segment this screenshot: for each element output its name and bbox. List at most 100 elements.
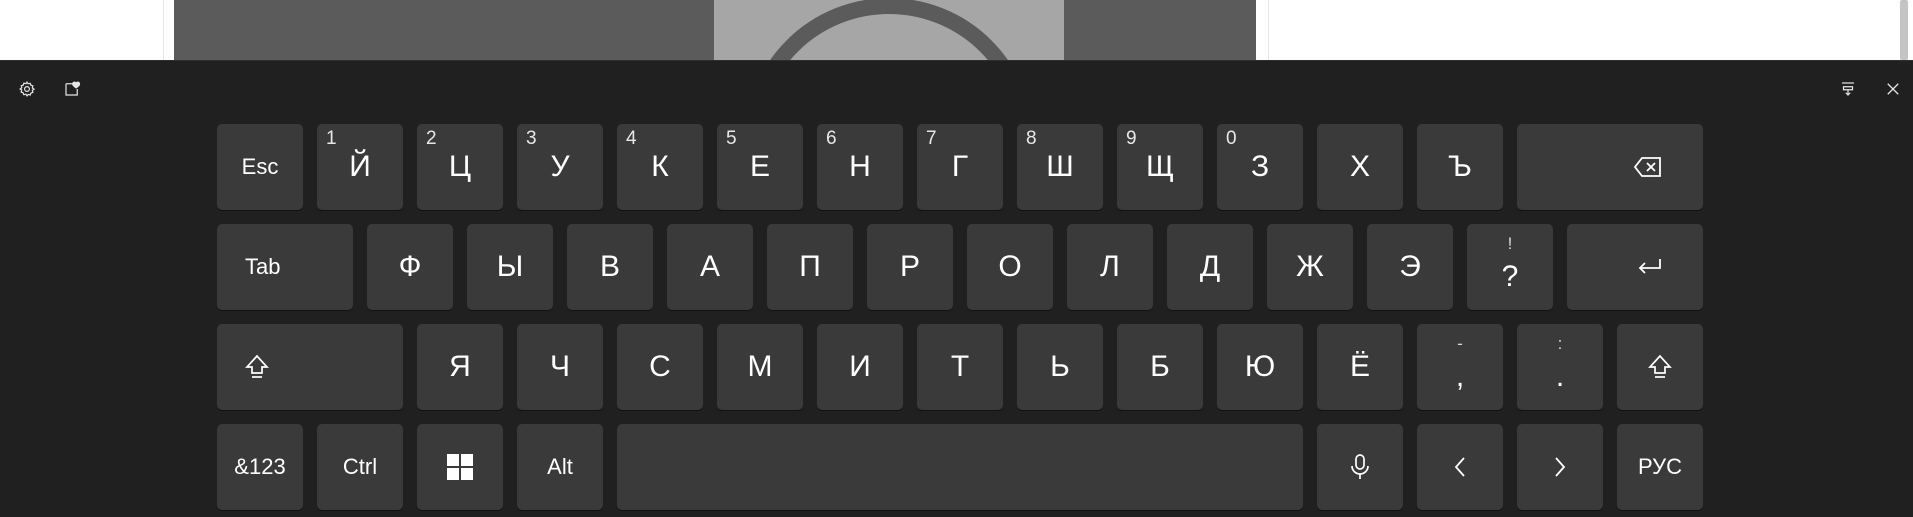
- key-letter[interactable]: Ъ: [1417, 124, 1503, 210]
- key-letter-label: К: [651, 150, 669, 183]
- key-shift-symbol: :: [1557, 334, 1563, 353]
- esc-key-label: Esc: [241, 154, 279, 179]
- key-letter[interactable]: 6 Н: [817, 124, 903, 210]
- key-letter[interactable]: 5 Е: [717, 124, 803, 210]
- key-letter[interactable]: И: [817, 324, 903, 410]
- background-app-window: [0, 0, 1913, 60]
- key-letter[interactable]: 3 У: [517, 124, 603, 210]
- key-letter[interactable]: 7 Г: [917, 124, 1003, 210]
- key-letter[interactable]: Ь: [1017, 324, 1103, 410]
- key-letter[interactable]: 9 Щ: [1117, 124, 1203, 210]
- ctrl-key[interactable]: Ctrl: [317, 424, 403, 510]
- key-letter[interactable]: М: [717, 324, 803, 410]
- key-letter[interactable]: 8 Ш: [1017, 124, 1103, 210]
- key-letter-label: Р: [899, 250, 920, 283]
- key-number-hint: 0: [1226, 128, 1237, 149]
- key-letter[interactable]: Ж: [1267, 224, 1353, 310]
- close-icon[interactable]: [1879, 75, 1907, 103]
- key-letter[interactable]: Т: [917, 324, 1003, 410]
- key-letter[interactable]: В: [567, 224, 653, 310]
- shift-icon: [245, 354, 269, 380]
- key-shift-symbol: !: [1507, 234, 1513, 253]
- key-letter[interactable]: Р: [867, 224, 953, 310]
- key-letter[interactable]: Я: [417, 324, 503, 410]
- key-letter[interactable]: Х: [1317, 124, 1403, 210]
- key-letter-label: А: [699, 250, 720, 283]
- vertical-scrollbar[interactable]: [1900, 0, 1908, 60]
- microphone-icon: [1349, 453, 1371, 481]
- key-letter-label: Е: [749, 150, 770, 183]
- arrow-left-key[interactable]: [1417, 424, 1503, 510]
- image-ring: [744, 0, 1034, 60]
- key-letter-label: Ь: [1050, 350, 1070, 383]
- tab-key-label: Tab: [245, 254, 281, 279]
- keyboard-dock-icon[interactable]: [1834, 75, 1862, 103]
- ctrl-key-label: Ctrl: [342, 454, 378, 479]
- key-letter[interactable]: Ф: [367, 224, 453, 310]
- key-letter[interactable]: А: [667, 224, 753, 310]
- backspace-key[interactable]: [1517, 124, 1703, 210]
- image-placeholder: [714, 0, 1064, 60]
- emoji-panel-icon[interactable]: [58, 75, 86, 103]
- enter-key[interactable]: [1567, 224, 1703, 310]
- key-letter[interactable]: 0 З: [1217, 124, 1303, 210]
- key-symbol-label: .: [1555, 360, 1565, 393]
- key-letter-label: Ы: [496, 250, 524, 283]
- chevron-left-icon: [1453, 456, 1467, 478]
- key-letter-label: Ж: [1296, 250, 1324, 283]
- key-letter[interactable]: О: [967, 224, 1053, 310]
- period-key[interactable]: : .: [1517, 324, 1603, 410]
- key-letter[interactable]: 2 Ц: [417, 124, 503, 210]
- key-letter-label: Д: [1199, 250, 1221, 283]
- document-image: [174, 0, 1256, 60]
- key-letter-label: Ш: [1046, 150, 1074, 183]
- key-number-hint: 6: [826, 128, 837, 149]
- key-letter-label: Т: [950, 350, 970, 383]
- key-number-hint: 5: [726, 128, 737, 149]
- key-letter-label: Н: [849, 150, 871, 183]
- key-letter[interactable]: Б: [1117, 324, 1203, 410]
- comma-key[interactable]: - ,: [1417, 324, 1503, 410]
- arrow-right-key[interactable]: [1517, 424, 1603, 510]
- shift-key-left[interactable]: [217, 324, 403, 410]
- key-letter[interactable]: Д: [1167, 224, 1253, 310]
- key-letter[interactable]: Ы: [467, 224, 553, 310]
- key-symbol-label: ?: [1501, 260, 1519, 293]
- key-letter[interactable]: С: [617, 324, 703, 410]
- key-letter[interactable]: Э: [1367, 224, 1453, 310]
- key-letter[interactable]: Л: [1067, 224, 1153, 310]
- question-mark-key[interactable]: ! ?: [1467, 224, 1553, 310]
- key-letter[interactable]: Ч: [517, 324, 603, 410]
- key-number-hint: 4: [626, 128, 637, 149]
- key-letter-label: Ф: [398, 250, 422, 283]
- language-key[interactable]: РУС: [1617, 424, 1703, 510]
- key-letter-label: Л: [1100, 250, 1120, 283]
- key-letter-label: Э: [1399, 250, 1421, 283]
- key-letter[interactable]: Ю: [1217, 324, 1303, 410]
- shift-key-right[interactable]: [1617, 324, 1703, 410]
- gear-icon[interactable]: [13, 75, 41, 103]
- alt-key[interactable]: Alt: [517, 424, 603, 510]
- document-edge-left: [163, 0, 164, 60]
- shift-icon: [1648, 354, 1672, 380]
- key-letter-label: Ъ: [1448, 150, 1472, 183]
- key-letter[interactable]: П: [767, 224, 853, 310]
- symbols-key-label: &123: [234, 454, 286, 479]
- key-number-hint: 9: [1126, 128, 1137, 149]
- key-number-hint: 8: [1026, 128, 1037, 149]
- space-bar[interactable]: [617, 424, 1303, 510]
- esc-key[interactable]: Esc: [217, 124, 303, 210]
- key-letter[interactable]: Ё: [1317, 324, 1403, 410]
- symbols-key[interactable]: &123: [217, 424, 303, 510]
- chevron-right-icon: [1553, 456, 1567, 478]
- key-letter-label: Ё: [1349, 350, 1371, 383]
- key-letter[interactable]: 1 Й: [317, 124, 403, 210]
- dictation-key[interactable]: [1317, 424, 1403, 510]
- alt-key-label: Alt: [547, 454, 573, 479]
- key-letter-label: Ц: [448, 150, 472, 183]
- key-letter[interactable]: 4 К: [617, 124, 703, 210]
- windows-key[interactable]: [417, 424, 503, 510]
- key-letter-label: Й: [349, 150, 371, 183]
- key-letter-label: О: [998, 250, 1022, 283]
- tab-key[interactable]: Tab: [217, 224, 353, 310]
